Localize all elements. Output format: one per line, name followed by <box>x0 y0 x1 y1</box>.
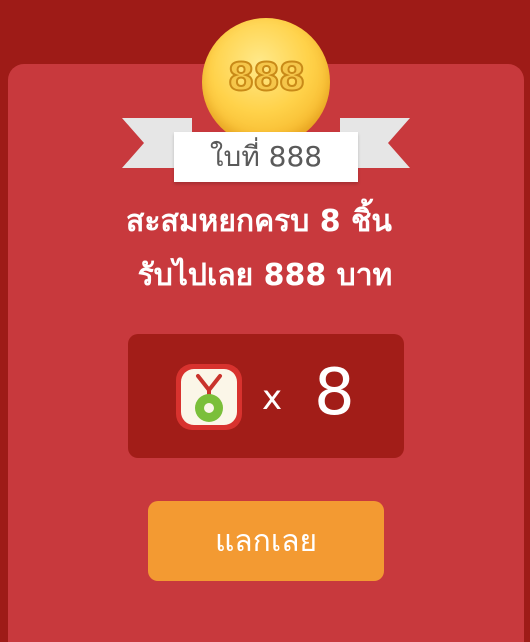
jade-count: 8 <box>314 356 355 430</box>
title-line-2: รับไปเลย 888 บาท <box>137 258 393 293</box>
page: 888 ใบที่ 888 สะสมหยกครบ 8 ชิ้น รับไปเลย… <box>0 0 530 642</box>
ribbon-label: ใบที่ 888 <box>209 140 323 173</box>
coin-label: 888 <box>227 54 306 100</box>
ribbon-banner: ใบที่ 888 <box>122 110 410 190</box>
ribbon-plate: ใบที่ 888 <box>174 132 358 182</box>
redeem-button[interactable]: แลกเลย <box>148 501 384 581</box>
jade-count-box: x 8 <box>128 334 404 458</box>
jade-pendant-icon <box>176 364 242 430</box>
title-line-1: สะสมหยกครบ 8 ชิ้น <box>126 204 392 239</box>
times-sign: x <box>262 378 283 418</box>
